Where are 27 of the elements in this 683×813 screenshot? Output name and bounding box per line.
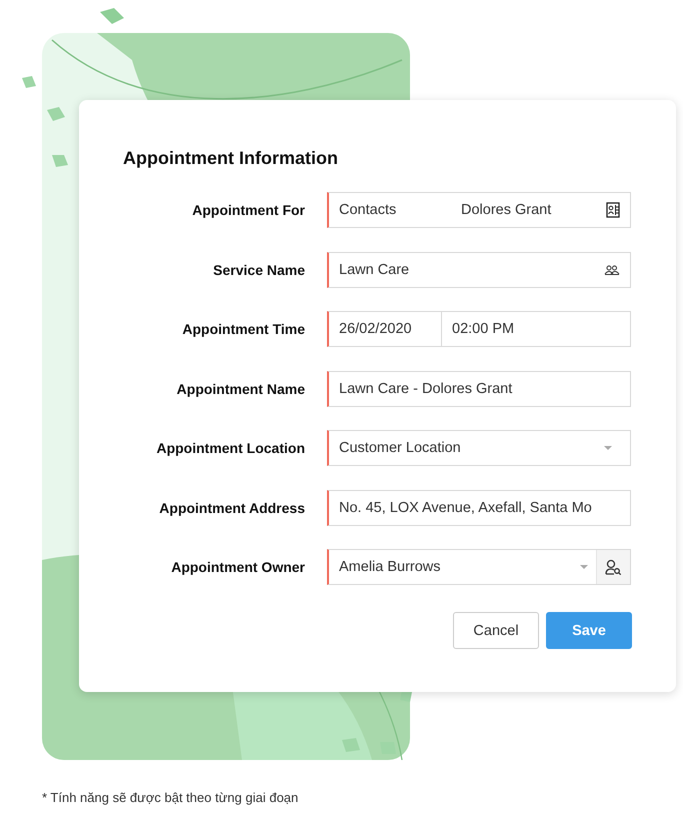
contact-card-icon[interactable] bbox=[606, 202, 620, 218]
user-search-button[interactable] bbox=[596, 550, 630, 584]
field-label: Appointment Address bbox=[158, 500, 305, 516]
field-label: Appointment Name bbox=[176, 380, 305, 396]
form-title: Appointment Information bbox=[123, 148, 339, 170]
field-label: Appointment For bbox=[191, 202, 305, 218]
date-value[interactable]: 26/02/2020 bbox=[329, 312, 442, 346]
field-label: Service Name bbox=[212, 262, 305, 278]
field-label: Appointment Location bbox=[155, 440, 305, 456]
owner-select-field[interactable]: Amelia Burrows bbox=[327, 549, 631, 585]
caret-icon bbox=[604, 446, 612, 450]
lookup-field[interactable]: Contacts Dolores Grant bbox=[327, 192, 631, 228]
select-field[interactable]: Customer Location bbox=[327, 430, 631, 466]
users-icon[interactable] bbox=[604, 264, 620, 274]
cancel-button[interactable]: Cancel bbox=[453, 612, 539, 649]
date-time-field[interactable]: 26/02/2020 02:00 PM bbox=[327, 311, 631, 347]
caret-icon bbox=[580, 565, 588, 569]
service-field[interactable]: Lawn Care bbox=[327, 252, 631, 288]
record-value[interactable]: Dolores Grant bbox=[461, 202, 606, 218]
text-field[interactable]: Lawn Care - Dolores Grant bbox=[327, 370, 631, 406]
field-label: Appointment Owner bbox=[170, 559, 305, 575]
module-value[interactable]: Contacts bbox=[339, 202, 461, 218]
user-search-icon bbox=[605, 559, 622, 575]
field-label: Appointment Time bbox=[181, 321, 305, 337]
time-value[interactable]: 02:00 PM bbox=[442, 312, 524, 346]
text-field[interactable]: No. 45, LOX Avenue, Axefall, Santa Mo bbox=[327, 490, 631, 526]
footnote: * Tính năng sẽ được bật theo từng giai đoạn bbox=[42, 790, 298, 805]
